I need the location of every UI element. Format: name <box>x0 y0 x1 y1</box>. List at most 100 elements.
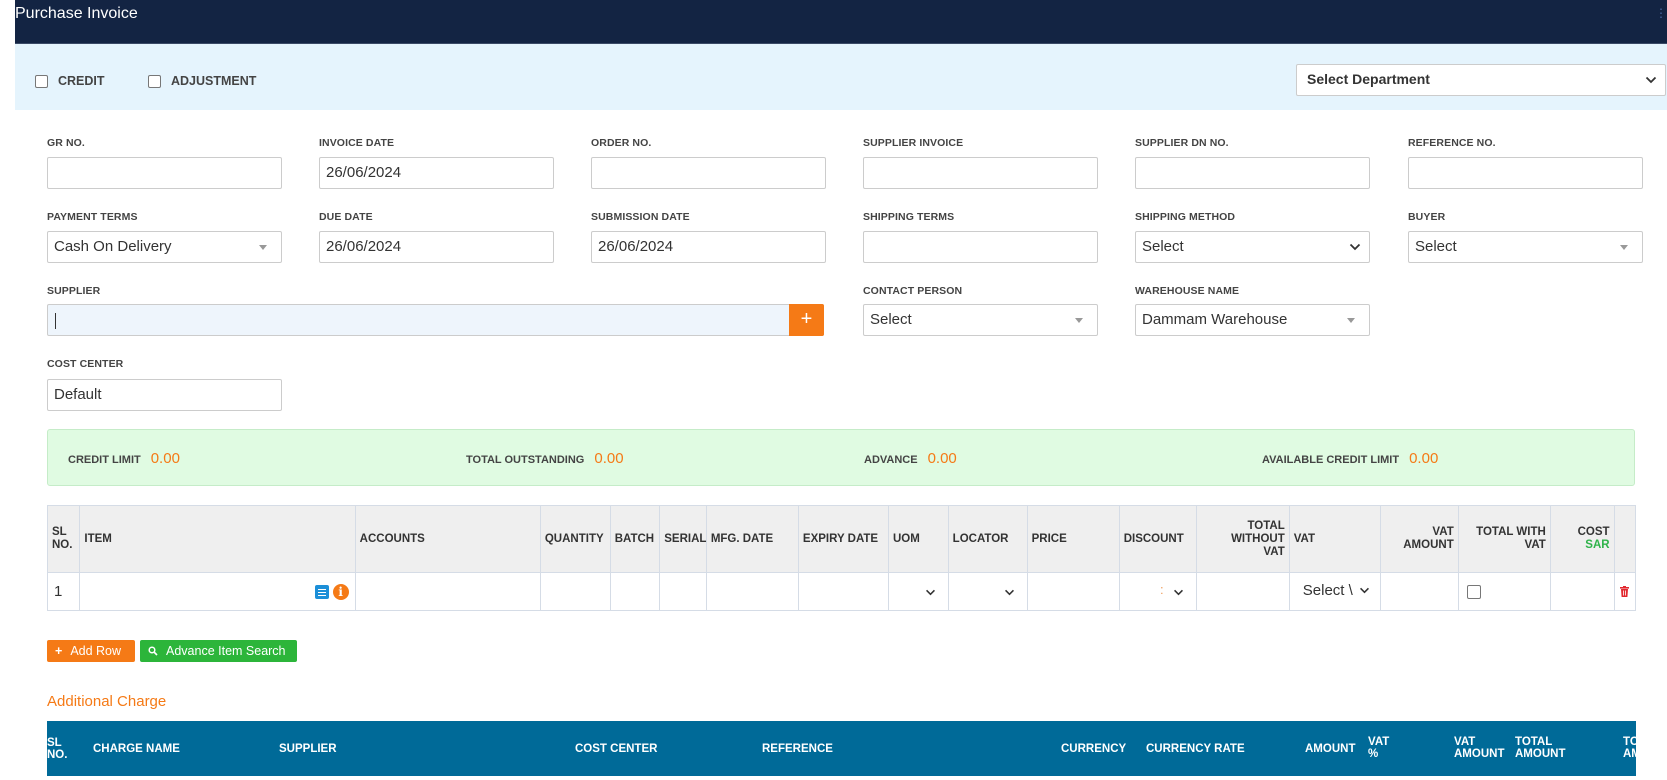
charge-col-total-amount: TOTAL AMOUNT <box>1515 736 1566 760</box>
total-with-vat-checkbox[interactable] <box>1466 585 1481 599</box>
col-vat: VAT <box>1288 505 1381 573</box>
row-locator-select[interactable] <box>947 572 1028 611</box>
col-locator: LOCATOR <box>947 505 1028 573</box>
cost-center-label: COST CENTER <box>47 358 124 370</box>
credit-checkbox-label: CREDIT <box>58 74 105 88</box>
available-credit-limit-value: 0.00 <box>1409 450 1439 467</box>
row-batch-input[interactable] <box>609 572 661 611</box>
chevron-down-icon <box>1004 589 1014 596</box>
trash-icon[interactable] <box>1620 586 1629 597</box>
row-item-input[interactable]: i <box>79 572 356 611</box>
items-header-row: SL NO. ITEM ACCOUNTS QUANTITY BATCH SERIA… <box>46 505 1637 573</box>
credit-limit-label: CREDIT LIMIT <box>68 454 141 466</box>
row-expiry-date-input[interactable] <box>797 572 889 611</box>
warehouse-name-value: Dammam Warehouse <box>1142 311 1288 328</box>
dropdown-arrow-icon <box>1347 318 1355 323</box>
charge-col-amount: AMOUNT <box>1305 743 1356 755</box>
buyer-value: Select <box>1415 238 1457 255</box>
gr-no-input[interactable] <box>47 157 282 189</box>
department-select[interactable]: Select Department <box>1296 64 1666 96</box>
cost-center-input[interactable]: Default <box>47 379 282 411</box>
col-mfg-date: MFG. DATE <box>705 505 799 573</box>
adjustment-checkbox-label: ADJUSTMENT <box>171 74 257 88</box>
col-price: PRICE <box>1026 505 1120 573</box>
charge-col-currency: CURRENCY <box>1061 743 1127 755</box>
credit-limit-value: 0.00 <box>150 450 180 467</box>
shipping-method-label: SHIPPING METHOD <box>1135 211 1236 223</box>
dropdown-arrow-icon <box>259 245 267 250</box>
credit-summary-bar: CREDIT LIMIT 0.00 TOTAL OUTSTANDING 0.00… <box>47 429 1635 486</box>
col-sl-no: SL NO. <box>46 505 81 573</box>
reference-no-input[interactable] <box>1408 157 1643 189</box>
submission-date-label: SUBMISSION DATE <box>591 211 690 223</box>
col-total-without-vat: TOTAL WITHOUT VAT <box>1195 505 1290 573</box>
supplier-invoice-input[interactable] <box>863 157 1098 189</box>
row-vat-select[interactable]: Select \ <box>1288 572 1381 611</box>
discount-value: : <box>1159 582 1164 597</box>
due-date-input[interactable]: 26/06/2024 <box>319 231 554 263</box>
supplier-dn-no-label: SUPPLIER DN NO. <box>1135 137 1229 149</box>
row-actions <box>1613 572 1637 611</box>
row-vat-amount <box>1379 572 1459 611</box>
invoice-date-label: INVOICE DATE <box>319 137 395 149</box>
shipping-terms-input[interactable] <box>863 231 1098 263</box>
search-icon <box>148 646 158 656</box>
credit-checkbox-box[interactable] <box>35 74 48 88</box>
chevron-down-icon <box>1173 589 1183 596</box>
row-discount-select[interactable]: : <box>1118 572 1197 611</box>
col-batch: BATCH <box>609 505 661 573</box>
advance-value: 0.00 <box>927 450 957 467</box>
charge-col-total-amount-sar: TOTALAMOUNT(SAR) <box>1623 736 1667 760</box>
order-no-label: ORDER NO. <box>591 137 652 149</box>
reference-no-label: REFERENCE NO. <box>1408 137 1496 149</box>
charge-col-cost-center: COST CENTER <box>575 743 658 755</box>
title-bar: Purchase Invoice ⋮ <box>15 0 1667 44</box>
order-no-input[interactable] <box>591 157 826 189</box>
total-outstanding-label: TOTAL OUTSTANDING <box>466 454 585 466</box>
credit-checkbox[interactable]: CREDIT <box>35 74 105 88</box>
supplier-label: SUPPLIER <box>47 285 101 297</box>
submission-date-input[interactable]: 26/06/2024 <box>591 231 826 263</box>
contact-person-label: CONTACT PERSON <box>863 285 963 297</box>
col-vat-amount: VAT AMOUNT <box>1379 505 1459 573</box>
row-total-with-vat[interactable] <box>1457 572 1551 611</box>
row-mfg-date-input[interactable] <box>705 572 799 611</box>
supplier-dn-no-input[interactable] <box>1135 157 1370 189</box>
add-supplier-button[interactable]: + <box>789 304 824 336</box>
menu-handle-icon[interactable]: ⋮ <box>1655 6 1667 20</box>
invoice-date-input[interactable]: 26/06/2024 <box>319 157 554 189</box>
supplier-invoice-label: SUPPLIER INVOICE <box>863 137 964 149</box>
warehouse-name-select[interactable]: Dammam Warehouse <box>1135 304 1370 336</box>
row-total-without-vat <box>1195 572 1290 611</box>
row-uom-select[interactable] <box>887 572 949 611</box>
warehouse-name-label: WAREHOUSE NAME <box>1135 285 1240 297</box>
options-bar: CREDIT ADJUSTMENT Select Department <box>15 44 1667 110</box>
row-quantity-input[interactable] <box>539 572 611 611</box>
info-icon[interactable]: i <box>332 584 349 600</box>
col-item: ITEM <box>79 505 356 573</box>
supplier-input[interactable] <box>47 304 824 336</box>
buyer-select[interactable]: Select <box>1408 231 1643 263</box>
col-cost: COST SAR <box>1549 505 1615 573</box>
adjustment-checkbox-box[interactable] <box>148 74 161 88</box>
add-row-button[interactable]: + Add Row <box>47 640 135 662</box>
payment-terms-select[interactable]: Cash On Delivery <box>47 231 282 263</box>
col-accounts: ACCOUNTS <box>354 505 541 573</box>
buyer-label: BUYER <box>1408 211 1446 223</box>
items-table: SL NO. ITEM ACCOUNTS QUANTITY BATCH SERIA… <box>46 505 1637 611</box>
row-serial-input[interactable] <box>659 572 707 611</box>
shipping-method-select[interactable]: Select <box>1135 231 1370 263</box>
notes-icon[interactable] <box>314 585 329 599</box>
total-outstanding: TOTAL OUTSTANDING 0.00 <box>466 450 624 467</box>
advance-item-search-button[interactable]: Advance Item Search <box>140 640 297 662</box>
row-price-input[interactable] <box>1026 572 1120 611</box>
contact-person-value: Select <box>870 311 912 328</box>
adjustment-checkbox[interactable]: ADJUSTMENT <box>148 74 256 88</box>
col-quantity: QUANTITY <box>539 505 611 573</box>
charge-col-currency-rate: CURRENCY RATE <box>1146 743 1245 755</box>
charge-col-reference: REFERENCE <box>762 743 833 755</box>
additional-charge-header: SL NO. CHARGE NAME SUPPLIER COST CENTER R… <box>47 721 1667 776</box>
row-accounts-input[interactable] <box>354 572 541 611</box>
contact-person-select[interactable]: Select <box>863 304 1098 336</box>
chevron-down-icon <box>925 589 935 596</box>
